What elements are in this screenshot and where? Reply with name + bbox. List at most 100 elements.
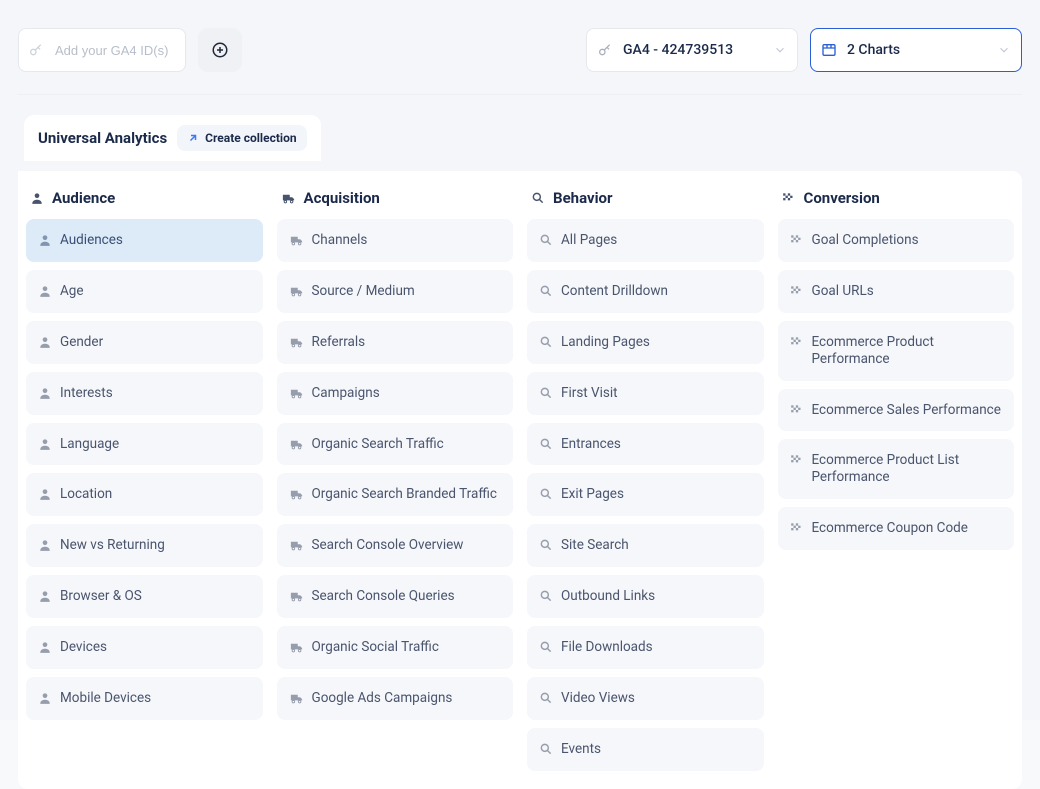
column-header: Acquisition <box>277 189 514 219</box>
list-item[interactable]: Campaigns <box>277 372 514 415</box>
add-ga4-button[interactable] <box>198 28 242 72</box>
list-item-label: Browser & OS <box>60 588 142 605</box>
list-item-label: Organic Search Branded Traffic <box>312 486 497 503</box>
person-icon <box>38 233 52 247</box>
truck-icon <box>289 233 304 248</box>
list-item[interactable]: New vs Returning <box>26 524 263 567</box>
list-item[interactable]: Organic Search Branded Traffic <box>277 473 514 516</box>
plus-circle-icon <box>211 41 229 59</box>
truck-icon <box>289 437 304 452</box>
list-item-label: Mobile Devices <box>60 690 151 707</box>
list-item[interactable]: Search Console Overview <box>277 524 514 567</box>
ga4-id-input-wrap <box>18 28 186 72</box>
list-item[interactable]: Goal Completions <box>778 219 1015 262</box>
chevron-down-icon <box>997 43 1011 57</box>
list-item[interactable]: Ecommerce Product List Performance <box>778 439 1015 499</box>
list-item[interactable]: Browser & OS <box>26 575 263 618</box>
flag-icon <box>790 403 804 417</box>
list-item[interactable]: Language <box>26 423 263 466</box>
column-acquisition: Acquisition Channels Source / Medium Referr… <box>277 189 514 771</box>
chevron-down-icon <box>773 43 787 57</box>
key-icon <box>597 42 613 58</box>
list-item-label: Organic Search Traffic <box>312 436 444 453</box>
list-item[interactable]: Google Ads Campaigns <box>277 677 514 720</box>
list-item-label: Google Ads Campaigns <box>312 690 453 707</box>
list-item-label: Ecommerce Sales Performance <box>812 402 1001 419</box>
list-item-label: Interests <box>60 385 113 402</box>
column-header: Conversion <box>778 189 1015 219</box>
list-item[interactable]: Devices <box>26 626 263 669</box>
list-item-label: Goal Completions <box>812 232 919 249</box>
column-items: All Pages Content Drilldown Landing Pages F… <box>527 219 764 771</box>
list-item[interactable]: All Pages <box>527 219 764 262</box>
list-item[interactable]: Mobile Devices <box>26 677 263 720</box>
column-header: Audience <box>26 189 263 219</box>
list-item[interactable]: Ecommerce Product Performance <box>778 321 1015 381</box>
ga4-select-label: GA4 - 424739513 <box>623 42 733 58</box>
tab-title: Universal Analytics <box>38 129 167 147</box>
list-item[interactable]: Location <box>26 473 263 516</box>
list-item-label: Location <box>60 486 112 503</box>
flag-icon <box>790 284 804 298</box>
list-item-label: Search Console Overview <box>312 537 464 554</box>
flag-icon <box>782 191 796 205</box>
list-item[interactable]: Exit Pages <box>527 473 764 516</box>
search-icon <box>539 335 553 349</box>
create-collection-label: Create collection <box>205 131 296 145</box>
person-icon <box>38 386 52 400</box>
list-item[interactable]: Channels <box>277 219 514 262</box>
chart-icon <box>821 42 837 58</box>
list-item[interactable]: Content Drilldown <box>527 270 764 313</box>
list-item-label: Exit Pages <box>561 486 624 503</box>
list-item[interactable]: Landing Pages <box>527 321 764 364</box>
list-item[interactable]: Ecommerce Coupon Code <box>778 507 1015 550</box>
list-item-label: Language <box>60 436 119 453</box>
list-item[interactable]: File Downloads <box>527 626 764 669</box>
list-item-label: First Visit <box>561 385 618 402</box>
truck-icon <box>281 191 296 206</box>
column-items: Goal Completions Goal URLs Ecommerce Produ… <box>778 219 1015 550</box>
truck-icon <box>289 691 304 706</box>
list-item[interactable]: Events <box>527 728 764 771</box>
list-item[interactable]: Site Search <box>527 524 764 567</box>
search-icon <box>539 386 553 400</box>
list-item[interactable]: Ecommerce Sales Performance <box>778 389 1015 432</box>
column-title: Acquisition <box>304 189 380 207</box>
flag-icon <box>790 233 804 247</box>
person-icon <box>38 335 52 349</box>
list-item[interactable]: Organic Search Traffic <box>277 423 514 466</box>
column-title: Conversion <box>804 189 880 207</box>
arrow-up-right-icon <box>187 132 199 144</box>
create-collection-button[interactable]: Create collection <box>177 125 306 151</box>
list-item-label: Events <box>561 741 601 758</box>
column-header: Behavior <box>527 189 764 219</box>
list-item[interactable]: Gender <box>26 321 263 364</box>
list-item[interactable]: Interests <box>26 372 263 415</box>
search-icon <box>539 437 553 451</box>
list-item[interactable]: Audiences <box>26 219 263 262</box>
list-item[interactable]: Goal URLs <box>778 270 1015 313</box>
list-item[interactable]: Outbound Links <box>527 575 764 618</box>
list-item-label: Site Search <box>561 537 629 554</box>
column-behavior: BehaviorAll Pages Content Drilldown Landin… <box>527 189 764 771</box>
list-item-label: Entrances <box>561 436 621 453</box>
flag-icon <box>790 453 804 467</box>
person-icon <box>38 437 52 451</box>
charts-select[interactable]: 2 Charts <box>810 28 1022 72</box>
list-item-label: Outbound Links <box>561 588 655 605</box>
list-item[interactable]: Search Console Queries <box>277 575 514 618</box>
ga4-select[interactable]: GA4 - 424739513 <box>586 28 798 72</box>
list-item[interactable]: Source / Medium <box>277 270 514 313</box>
list-item[interactable]: Referrals <box>277 321 514 364</box>
search-icon <box>539 691 553 705</box>
person-icon <box>38 691 52 705</box>
list-item-label: Referrals <box>312 334 366 351</box>
truck-icon <box>289 284 304 299</box>
list-item-label: Content Drilldown <box>561 283 668 300</box>
list-item[interactable]: Video Views <box>527 677 764 720</box>
list-item[interactable]: Organic Social Traffic <box>277 626 514 669</box>
list-item[interactable]: Entrances <box>527 423 764 466</box>
list-item-label: Organic Social Traffic <box>312 639 439 656</box>
list-item[interactable]: Age <box>26 270 263 313</box>
list-item[interactable]: First Visit <box>527 372 764 415</box>
